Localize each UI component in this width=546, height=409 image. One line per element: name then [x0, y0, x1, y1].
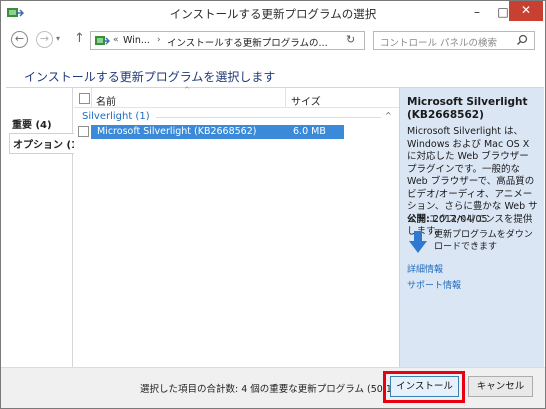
column-header-name[interactable]: 名前	[96, 93, 116, 108]
close-button[interactable]: ✕	[509, 1, 543, 21]
cancel-button[interactable]: キャンセル	[468, 376, 533, 397]
sort-arrow-icon: ^	[184, 86, 190, 94]
search-input[interactable]: コントロール パネルの検索	[373, 31, 535, 50]
footer-bar: 選択した項目の合計数: 4 個の重要な更新プログラム (50.1 MB) インス…	[1, 367, 545, 408]
refresh-icon[interactable]: ↻	[346, 33, 355, 46]
update-list: ^ 名前 サイズ Silverlight (1) ^ Microsoft Sil…	[74, 86, 399, 368]
column-divider	[285, 88, 286, 108]
up-button[interactable]: ↑	[74, 31, 85, 46]
details-title: Microsoft Silverlight (KB2668562)	[407, 96, 528, 121]
selection-summary: 選択した項目の合計数: 4 個の重要な更新プログラム (50.1 MB)	[140, 384, 414, 395]
search-icon[interactable]	[516, 34, 528, 46]
table-row[interactable]: Microsoft Silverlight (KB2668562) 6.0 MB	[91, 125, 344, 139]
collapse-group-icon[interactable]: ^	[385, 111, 392, 120]
recent-locations-dropdown[interactable]: ▾	[56, 34, 60, 43]
title-bar: インストールする更新プログラムの選択 – □ ✕	[1, 1, 545, 26]
install-button[interactable]: インストール	[390, 376, 459, 397]
category-important[interactable]: 重要 (4)	[12, 116, 52, 131]
content-area: 重要 (4) オプション (1) ^ 名前 サイズ Silverlight (1…	[6, 86, 544, 368]
address-segment-current[interactable]: インストールする更新プログラムの...	[167, 35, 328, 49]
group-header-silverlight[interactable]: Silverlight (1)	[82, 111, 150, 122]
address-bar[interactable]: « Win... › インストールする更新プログラムの... ▾	[90, 31, 422, 50]
address-separator-icon: ›	[157, 35, 161, 45]
column-divider	[91, 88, 92, 108]
column-header-size[interactable]: サイズ	[291, 93, 321, 108]
page-heading: インストールする更新プログラムを選択します	[24, 70, 276, 84]
back-button[interactable]: ←	[11, 31, 28, 48]
update-name: Microsoft Silverlight (KB2668562)	[97, 126, 257, 137]
update-checkbox[interactable]	[78, 126, 89, 137]
control-panel-icon	[95, 36, 110, 45]
list-header: ^ 名前 サイズ	[74, 86, 399, 108]
published-info: 公開: 2012/04/05	[407, 211, 488, 225]
address-segment-windows-update[interactable]: Win...	[123, 35, 150, 46]
published-date: 2012/04/05	[432, 214, 488, 225]
select-all-checkbox[interactable]	[79, 93, 90, 104]
address-overflow-icon[interactable]: «	[113, 35, 119, 45]
published-label: 公開:	[407, 214, 430, 225]
group-divider	[156, 117, 381, 118]
forward-button[interactable]: →	[36, 31, 53, 48]
update-size: 6.0 MB	[293, 126, 326, 137]
category-pane: 重要 (4) オプション (1)	[6, 88, 87, 368]
update-selection-window: インストールする更新プログラムの選択 – □ ✕ ← → ▾ ↑ « Win..…	[0, 0, 546, 409]
download-arrow-icon	[409, 231, 427, 253]
support-info-link[interactable]: サポート情報	[407, 278, 461, 291]
more-info-link[interactable]: 詳細情報	[407, 262, 443, 275]
details-pane: Microsoft Silverlight (KB2668562) Micros…	[399, 88, 544, 368]
download-availability-text: 更新プログラムをダウンロードできます	[434, 230, 533, 252]
navigation-bar: ← → ▾ ↑ « Win... › インストールする更新プログラムの... ▾…	[1, 26, 545, 54]
search-placeholder: コントロール パネルの検索	[380, 38, 498, 49]
